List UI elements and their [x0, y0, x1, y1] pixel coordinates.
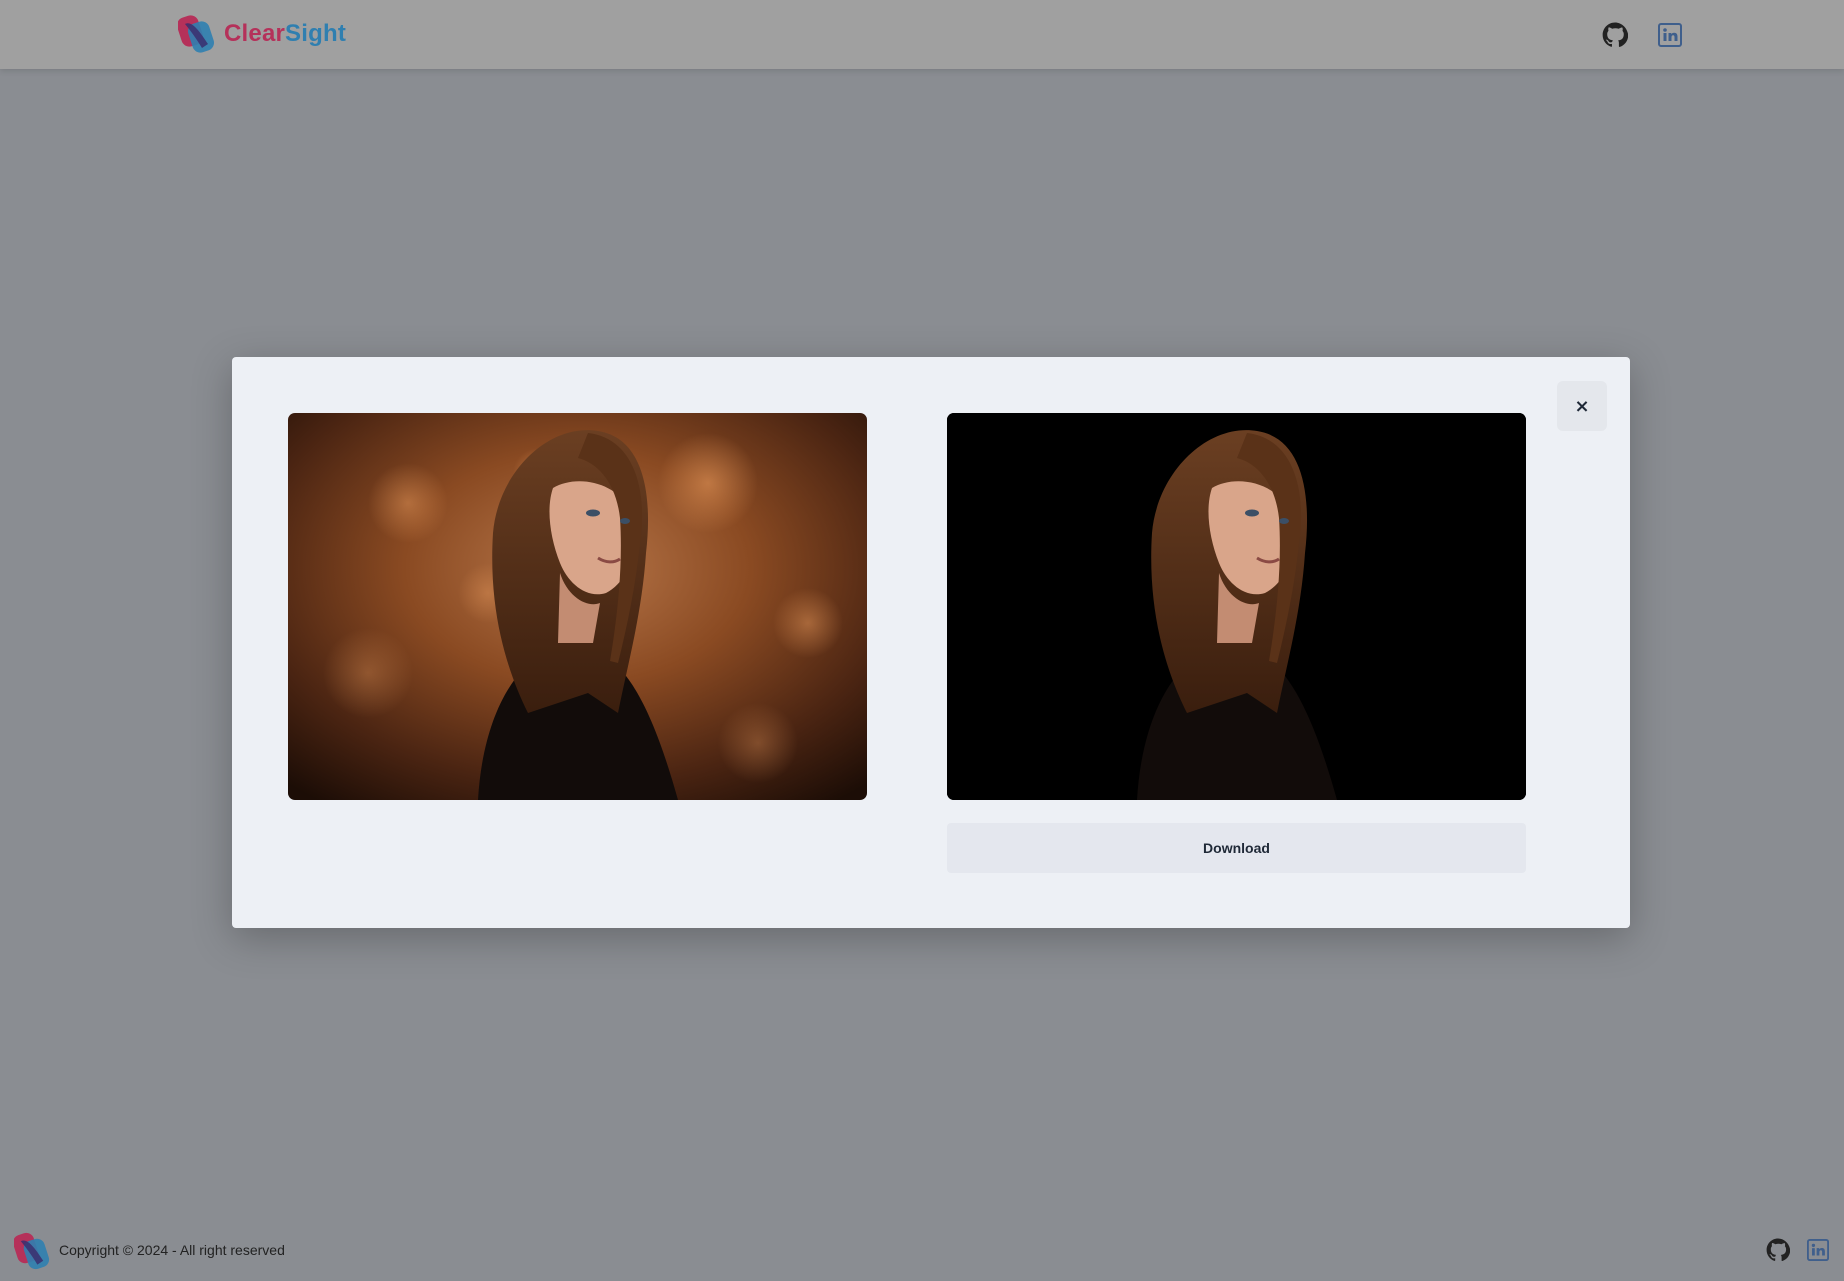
linkedin-link[interactable]	[1657, 22, 1683, 48]
linkedin-icon	[1807, 1239, 1829, 1261]
portrait-photo-original-icon	[288, 413, 867, 800]
original-image	[288, 413, 867, 800]
portrait-photo-background-removed-icon	[947, 413, 1526, 800]
brand-name-clear: Clear	[224, 20, 286, 47]
brand-name: ClearSight	[224, 20, 346, 48]
top-navbar: ClearSight	[0, 0, 1844, 69]
footer-linkedin-link[interactable]	[1806, 1238, 1830, 1262]
clearsight-logo-icon	[178, 15, 215, 53]
github-link[interactable]	[1602, 22, 1628, 48]
brand-name-sight: Sight	[285, 20, 347, 47]
clearsight-logo-icon	[14, 1232, 50, 1270]
github-icon	[1602, 22, 1628, 47]
result-image	[947, 413, 1526, 800]
result-modal: × Download	[232, 357, 1630, 928]
close-button[interactable]: ×	[1557, 381, 1607, 431]
brand[interactable]: ClearSight	[178, 14, 346, 54]
footer-github-link[interactable]	[1766, 1238, 1790, 1262]
download-button[interactable]: Download	[947, 823, 1526, 873]
copyright-text: Copyright © 2024 - All right reserved	[59, 1242, 285, 1258]
footer: Copyright © 2024 - All right reserved	[0, 1228, 1844, 1270]
linkedin-icon	[1658, 23, 1682, 47]
github-icon	[1766, 1238, 1790, 1262]
